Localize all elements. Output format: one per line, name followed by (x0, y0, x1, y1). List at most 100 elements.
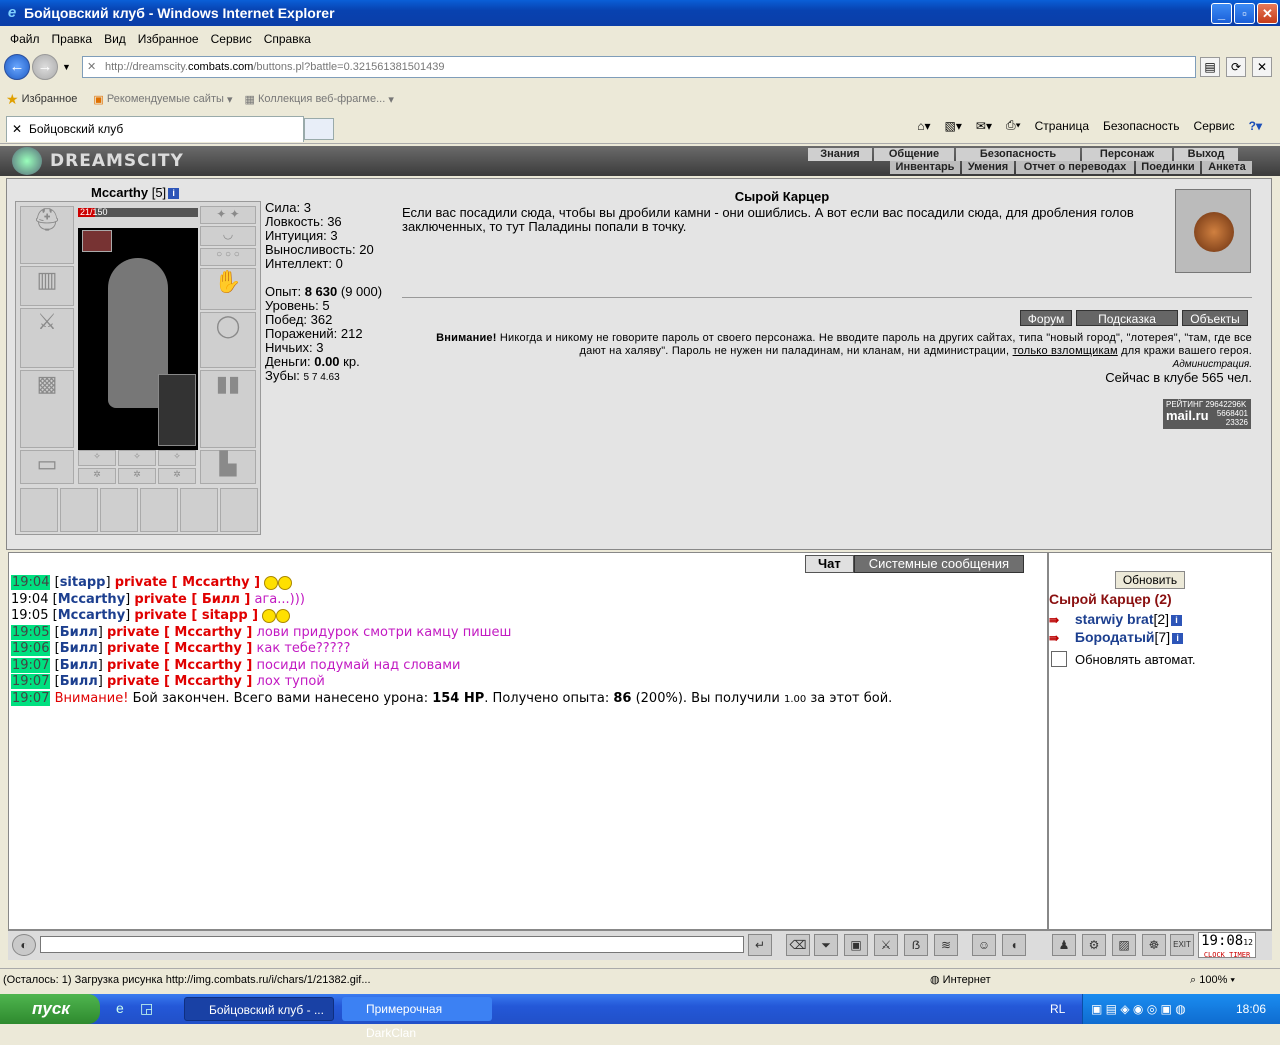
chat-time[interactable]: 19:04 (11, 575, 51, 590)
bracers-slot[interactable]: ▥ (20, 266, 74, 306)
nav-battles[interactable]: Поединки (1136, 161, 1200, 174)
nav-profile[interactable]: Анкета (1202, 161, 1252, 174)
shield-slot[interactable]: ◯ (200, 312, 256, 368)
tab-system-messages[interactable]: Системные сообщения (853, 555, 1025, 573)
scroll-slot-2[interactable]: ✧ (118, 450, 156, 466)
chat-sender[interactable]: Билл (60, 674, 98, 689)
helmet-slot[interactable]: ⛑ (20, 206, 74, 264)
task-ie[interactable]: Бойцовский клуб - ... (184, 997, 334, 1021)
menu-view[interactable]: Вид (98, 32, 132, 46)
info-icon[interactable]: i (1172, 632, 1184, 644)
start-button[interactable]: пуск (0, 994, 100, 1024)
refresh-button[interactable]: Обновить (1115, 571, 1185, 589)
effect-icon[interactable] (82, 230, 112, 252)
inv-slot-2[interactable] (60, 488, 98, 532)
home-icon[interactable]: ⌂▾ (917, 119, 930, 133)
chat-sender[interactable]: sitapp (60, 575, 106, 590)
suggested-sites[interactable]: ▣ Рекомендуемые сайты ▾ (93, 93, 232, 106)
inv-slot-6[interactable] (220, 488, 258, 532)
skills-icon[interactable]: ⚙ (1082, 934, 1106, 956)
player-list-item[interactable]: ⇛ Бородатый[7] i (1049, 629, 1184, 645)
menu-favorites[interactable]: Избранное (132, 32, 205, 46)
clear-icon[interactable]: ⌫ (786, 934, 810, 956)
rune-slot-2[interactable]: ✲ (118, 468, 156, 484)
safety-menu[interactable]: Безопасность (1103, 119, 1180, 133)
chat-sender[interactable]: Билл (60, 625, 98, 640)
menu-tools[interactable]: Сервис (205, 32, 258, 46)
chat-recipient[interactable]: Mccarthy (174, 641, 241, 656)
scroll-slot-1[interactable]: ✧ (78, 450, 116, 466)
gloves-slot[interactable]: ✋ (200, 268, 256, 310)
chat-mode-icon[interactable]: ◐ (12, 934, 36, 956)
nav-knowledge[interactable]: Знания (808, 148, 872, 161)
quicklaunch-icon[interactable]: ◲ (140, 1000, 153, 1017)
chat-recipient[interactable]: Mccarthy (182, 575, 249, 590)
private-marker[interactable]: private [ Mccarthy ] (107, 625, 252, 640)
inv-slot-1[interactable] (20, 488, 58, 532)
close-button[interactable]: ✕ (1257, 3, 1278, 24)
forum-button[interactable]: Форум (1020, 310, 1072, 326)
chat-sender[interactable]: Mccarthy (58, 608, 125, 623)
boots-slot[interactable]: ▙ (200, 450, 256, 484)
chat-recipient[interactable]: Mccarthy (174, 674, 241, 689)
menu-help[interactable]: Справка (258, 32, 317, 46)
hackers-link[interactable]: только взломщикам (1013, 345, 1118, 357)
menu-file[interactable]: Файл (4, 32, 46, 46)
tools-menu[interactable]: Сервис (1194, 119, 1235, 133)
smiles-icon[interactable]: ☺ (972, 934, 996, 956)
refresh-icon[interactable]: ⟳ (1226, 57, 1246, 77)
mailru-rating-counter[interactable]: РЕЙТИНГ 29642296K mail.ru 5668401 23326 (1163, 399, 1251, 429)
bag-icon[interactable]: ♟ (1052, 934, 1076, 956)
feeds-icon[interactable]: ▧▾ (945, 119, 962, 133)
auto-refresh-toggle[interactable]: Обновлять автомат. (1051, 651, 1195, 667)
page-menu[interactable]: Страница (1035, 119, 1089, 133)
room-map-icon[interactable] (1175, 189, 1251, 273)
attack-icon[interactable]: ⇛ (1049, 613, 1071, 627)
armor-slot[interactable]: ▩ (20, 370, 74, 448)
inv-slot-4[interactable] (140, 488, 178, 532)
inv-slot-5[interactable] (180, 488, 218, 532)
auto-refresh-checkbox[interactable] (1051, 651, 1067, 667)
player-list-item[interactable]: ⇛ starwiy brat[2] i (1049, 611, 1183, 627)
nav-security[interactable]: Безопасность (956, 148, 1080, 161)
helmet-icon[interactable]: ◖ (1002, 934, 1026, 956)
group-icon[interactable]: ☸ (1142, 934, 1166, 956)
maximize-button[interactable]: ▫ (1234, 3, 1255, 24)
nav-communication[interactable]: Общение (874, 148, 954, 161)
fight-icon[interactable]: ⚔ (874, 934, 898, 956)
language-indicator[interactable]: RL (1050, 1002, 1065, 1016)
mail-icon[interactable]: ✉▾ (976, 119, 992, 133)
hint-button[interactable]: Подсказка (1076, 310, 1178, 326)
nav-inventory[interactable]: Инвентарь (890, 161, 960, 174)
webslice-gallery[interactable]: ▦ Коллекция веб-фрагме... ▾ (244, 93, 393, 106)
help-icon[interactable]: ?▾ (1249, 119, 1262, 133)
info-icon[interactable]: i (1171, 614, 1183, 626)
rings-slot[interactable]: ○ ○ ○ (200, 248, 256, 266)
chat-recipient[interactable]: Mccarthy (174, 625, 241, 640)
chat-recipient[interactable]: Mccarthy (174, 658, 241, 673)
translit-icon[interactable]: ẞ (904, 934, 928, 956)
save-log-icon[interactable]: ▣ (844, 934, 868, 956)
earring-slot[interactable]: ✦ ✦ (200, 206, 256, 224)
exit-icon[interactable]: EXIT (1170, 934, 1194, 956)
lock-icon[interactable]: ▨ (1112, 934, 1136, 956)
chat-time[interactable]: 19:05 (11, 624, 51, 640)
address-bar[interactable]: ✕ http://dreamscity.combats.com/buttons.p… (82, 56, 1196, 78)
rune-slot-1[interactable]: ✲ (78, 468, 116, 484)
history-dropdown-icon[interactable]: ▼ (62, 62, 71, 72)
rune-slot-3[interactable]: ✲ (158, 468, 196, 484)
quicklaunch-ie-icon[interactable]: e (116, 1000, 124, 1016)
private-marker[interactable]: private [ Mccarthy ] (115, 575, 260, 590)
scroll-slot-3[interactable]: ✧ (158, 450, 196, 466)
chat-time[interactable]: 19:04 (11, 592, 48, 607)
leggings-slot[interactable]: ▮▮ (200, 370, 256, 448)
nav-skills[interactable]: Умения (962, 161, 1014, 174)
zoom-control[interactable]: ⌕ 100% ▾ (1190, 969, 1235, 991)
private-marker[interactable]: private [ sitapp ] (134, 608, 258, 623)
chat-sender[interactable]: Mccarthy (58, 592, 125, 607)
chat-recipient[interactable]: sitapp (202, 608, 248, 623)
attack-icon[interactable]: ⇛ (1049, 631, 1071, 645)
menu-edit[interactable]: Правка (46, 32, 99, 46)
private-marker[interactable]: private [ Билл ] (134, 592, 250, 607)
chat-recipient[interactable]: Билл (202, 592, 240, 607)
